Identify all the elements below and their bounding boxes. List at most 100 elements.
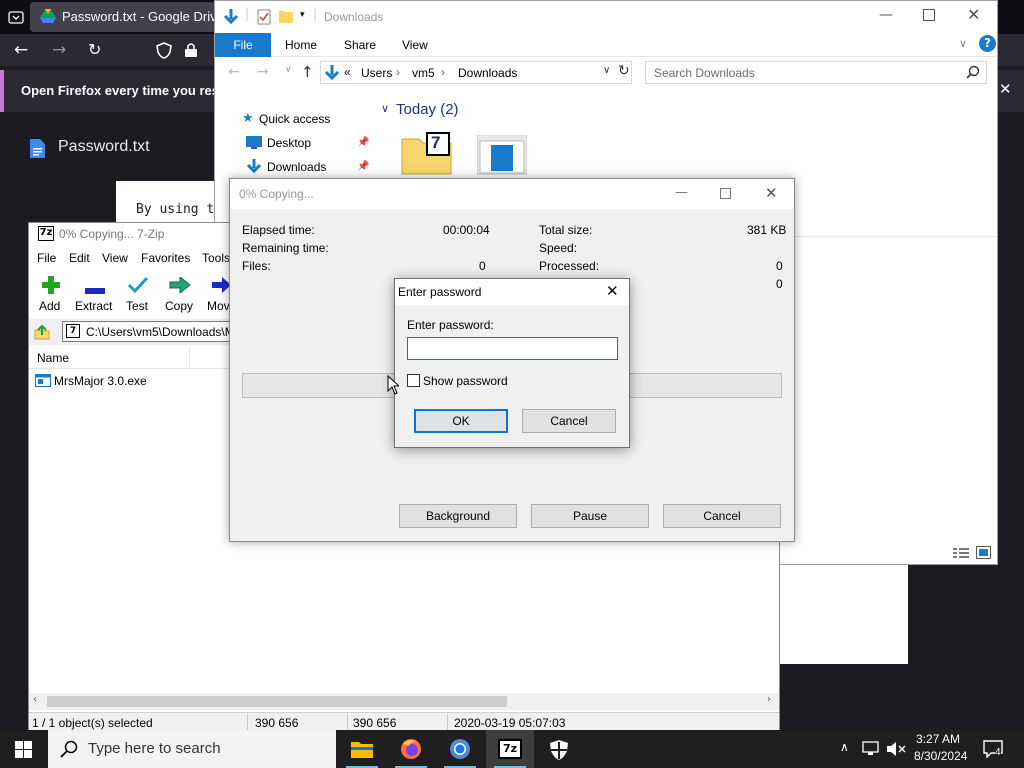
show-password-label[interactable]: Show password: [423, 374, 508, 388]
up-arrow-icon[interactable]: ↑: [301, 63, 314, 81]
ribbon-expand-icon[interactable]: ∨: [959, 37, 967, 50]
notification-close-icon[interactable]: ✕: [999, 80, 1012, 98]
network-icon[interactable]: [862, 741, 880, 760]
taskbar-chrome[interactable]: [436, 730, 484, 768]
search-icon: [966, 65, 980, 82]
ribbon-tab-share[interactable]: Share: [344, 38, 376, 52]
maximize-icon[interactable]: [720, 188, 731, 202]
scroll-left-icon[interactable]: ‹: [33, 694, 37, 705]
breadcrumb-overflow[interactable]: «: [344, 65, 351, 79]
breadcrumb-vm5[interactable]: vm5: [412, 66, 435, 80]
lock-icon[interactable]: [184, 42, 198, 61]
breadcrumb-downloads[interactable]: Downloads: [458, 66, 517, 80]
extract-button[interactable]: Extract: [73, 273, 117, 315]
breadcrumb-users[interactable]: Users: [361, 66, 392, 80]
scrollbar-thumb[interactable]: [47, 696, 507, 707]
back-arrow-icon[interactable]: ←: [228, 64, 240, 80]
taskbar-security[interactable]: [535, 730, 583, 768]
pin-icon: 📌: [357, 161, 370, 172]
elapsed-time-label: Elapsed time:: [242, 223, 315, 237]
taskbar-7zip[interactable]: 7z: [486, 730, 534, 768]
table-row[interactable]: MrsMajor 3.0.exe: [33, 371, 233, 391]
ribbon-tabs: [215, 33, 997, 57]
google-drive-icon: [40, 9, 56, 27]
close-icon[interactable]: ✕: [765, 184, 778, 202]
cancel-button[interactable]: Cancel: [663, 504, 781, 528]
maximize-icon[interactable]: [923, 9, 935, 24]
add-button[interactable]: Add: [33, 273, 69, 315]
show-password-checkbox[interactable]: [407, 374, 420, 387]
close-icon[interactable]: ✕: [606, 282, 619, 300]
minimize-icon[interactable]: —: [879, 7, 893, 23]
password-dialog-title-bar: Enter password ✕: [395, 279, 629, 305]
horizontal-scrollbar[interactable]: ‹ ›: [29, 693, 779, 710]
files-value: 0: [479, 259, 486, 273]
tab-google-drive[interactable]: Password.txt - Google Drive: [30, 2, 224, 32]
nav-quick-access[interactable]: Quick access: [259, 112, 330, 126]
taskbar-firefox[interactable]: [387, 730, 435, 768]
scroll-right-icon[interactable]: ›: [767, 694, 771, 705]
reload-icon[interactable]: ↻: [88, 40, 101, 59]
tracking-shield-icon[interactable]: [156, 42, 172, 62]
nav-downloads[interactable]: Downloads: [267, 160, 326, 174]
close-icon[interactable]: ✕: [967, 5, 980, 24]
recent-locations-icon[interactable]: ∨: [285, 65, 292, 75]
volume-muted-icon[interactable]: [886, 741, 906, 760]
ribbon-tab-home[interactable]: Home: [285, 38, 317, 52]
column-name[interactable]: Name: [37, 351, 69, 365]
menu-file[interactable]: File: [37, 251, 56, 265]
minimize-icon[interactable]: —: [675, 185, 688, 200]
quick-access-star-icon: ★: [242, 111, 254, 126]
group-collapse-icon[interactable]: ∨: [381, 102, 389, 115]
help-icon[interactable]: ?: [979, 35, 996, 52]
exe-file-icon[interactable]: [476, 134, 528, 176]
taskbar-file-explorer[interactable]: [338, 730, 386, 768]
breadcrumb-separator: ›: [441, 65, 445, 79]
move-button[interactable]: Mov: [205, 273, 231, 315]
chrome-icon: [449, 738, 471, 763]
sevenzip-archive-icon[interactable]: 7: [401, 131, 453, 175]
status-divider: [247, 713, 248, 731]
copy-button[interactable]: Copy: [163, 273, 199, 315]
search-box[interactable]: Search Downloads: [645, 61, 987, 84]
large-icons-view-icon[interactable]: [976, 546, 991, 562]
group-header-today[interactable]: Today (2): [396, 101, 459, 118]
pause-button[interactable]: Pause: [531, 504, 649, 528]
tab-list-icon[interactable]: [8, 9, 24, 28]
windows-start-icon[interactable]: [15, 741, 32, 761]
properties-icon[interactable]: [257, 9, 271, 28]
copy-arrow-icon: [169, 275, 191, 296]
password-input[interactable]: [407, 337, 618, 360]
ribbon-tab-view[interactable]: View: [402, 38, 428, 52]
path-input[interactable]: 7 C:\Users\vm5\Downloads\M: [62, 321, 242, 342]
ribbon-tab-file[interactable]: File: [215, 33, 271, 57]
up-folder-icon[interactable]: [34, 324, 50, 343]
cancel-button[interactable]: Cancel: [522, 409, 616, 433]
document-text: By using t: [136, 202, 215, 217]
test-button[interactable]: Test: [123, 273, 155, 315]
new-folder-icon[interactable]: [279, 9, 293, 26]
clock-time[interactable]: 3:27 AM: [916, 732, 960, 746]
address-bar[interactable]: « Users › vm5 › Downloads ∨: [320, 61, 632, 84]
customize-quick-access-icon[interactable]: ▾: [300, 10, 305, 20]
background-button[interactable]: Background: [399, 504, 517, 528]
forward-arrow-icon[interactable]: →: [257, 64, 269, 80]
address-dropdown-icon[interactable]: ∨: [603, 65, 610, 76]
file-name: MrsMajor 3.0.exe: [54, 374, 147, 388]
menu-favorites[interactable]: Favorites: [141, 251, 190, 265]
back-arrow-icon[interactable]: ←: [14, 40, 28, 60]
copy-label: Copy: [165, 299, 194, 313]
total-size-value: 381 KB: [747, 223, 787, 237]
forward-arrow-icon[interactable]: →: [52, 40, 66, 60]
show-hidden-icons-icon[interactable]: ∧: [840, 740, 849, 754]
nav-desktop[interactable]: Desktop: [267, 136, 311, 150]
menu-view[interactable]: View: [102, 251, 128, 265]
tab-title: Password.txt - Google Drive: [62, 9, 224, 24]
menu-tools[interactable]: Tools: [202, 251, 230, 265]
details-view-icon[interactable]: [953, 547, 969, 562]
refresh-icon[interactable]: ↻: [618, 63, 630, 79]
taskbar-search-box[interactable]: Type here to search: [48, 730, 336, 768]
ok-button[interactable]: OK: [414, 409, 508, 433]
menu-edit[interactable]: Edit: [69, 251, 90, 265]
clock-date[interactable]: 8/30/2024: [914, 749, 967, 763]
